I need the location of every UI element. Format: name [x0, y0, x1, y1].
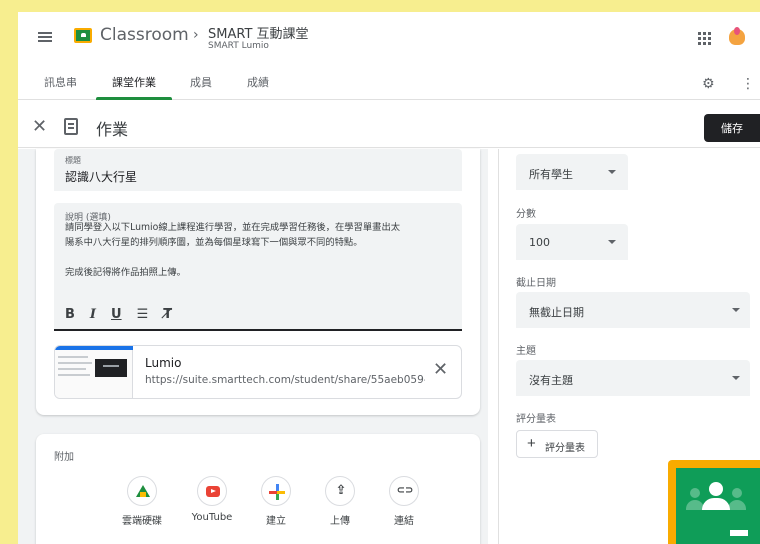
tab-people[interactable]: 成員 [190, 74, 212, 90]
format-toolbar: B I U ☰ T̸ [65, 307, 172, 322]
course-title[interactable]: SMART 互動課堂 [208, 23, 309, 42]
chevron-down-icon [732, 376, 740, 380]
points-select[interactable]: 100 [516, 224, 628, 260]
add-youtube-button[interactable]: YouTube [184, 476, 240, 523]
classroom-window: Classroom › SMART 互動課堂 SMART Lumio 訊息串 課… [18, 12, 760, 544]
due-date-label: 截止日期 [516, 278, 556, 289]
clear-formatting-button[interactable]: T̸ [163, 307, 172, 322]
google-drive-icon [136, 485, 150, 497]
chevron-down-icon [608, 170, 616, 174]
hamburger-menu-icon[interactable] [38, 32, 52, 42]
topic-select[interactable]: 沒有主題 [516, 360, 750, 396]
add-attachment-card: 附加 雲端硬碟 YouTube 建立 ⇪ 上傳 ⊂⊃ 連結 [36, 434, 480, 544]
tab-grades[interactable]: 成績 [247, 74, 269, 90]
assignment-header: ✕ 作業 [18, 108, 760, 148]
bold-button[interactable]: B [65, 307, 75, 322]
title-field[interactable]: 標題 認識八大行星 [54, 149, 462, 191]
attachment-card[interactable]: Lumio https://suite.smarttech.com/studen… [54, 345, 462, 399]
add-section-label: 附加 [54, 452, 74, 463]
course-subtitle: SMART Lumio [208, 41, 269, 51]
panel-divider [498, 149, 499, 544]
remove-attachment-icon[interactable]: ✕ [433, 359, 448, 380]
add-rubric-button[interactable]: + 評分量表 [516, 430, 598, 458]
assignment-icon [64, 118, 78, 135]
gear-icon[interactable]: ⚙ [702, 76, 715, 92]
tab-stream[interactable]: 訊息串 [44, 74, 77, 90]
breadcrumb-chevron-icon: › [193, 27, 199, 43]
title-input[interactable]: 認識八大行星 [65, 168, 137, 185]
class-tabs: 訊息串 課堂作業 成員 成績 [18, 64, 760, 100]
link-icon: ⊂⊃ [396, 485, 414, 496]
chevron-down-icon [732, 308, 740, 312]
google-apps-icon[interactable] [698, 32, 711, 45]
attachment-name[interactable]: Lumio [145, 356, 181, 370]
google-classroom-logo [668, 460, 760, 544]
bullet-list-button[interactable]: ☰ [137, 307, 149, 322]
rubric-label: 評分量表 [516, 414, 556, 425]
app-name[interactable]: Classroom [100, 25, 189, 45]
add-drive-button[interactable]: 雲端硬碟 [114, 476, 170, 527]
page-title: 作業 [96, 120, 129, 139]
classroom-logo-icon[interactable] [74, 28, 92, 43]
more-options-icon[interactable]: ⋮ [741, 76, 755, 92]
upload-icon: ⇪ [335, 483, 347, 498]
students-select[interactable]: 所有學生 [516, 154, 628, 190]
save-button[interactable]: 儲存 [704, 114, 760, 142]
add-link-button[interactable]: ⊂⊃ 連結 [376, 476, 432, 527]
add-create-button[interactable]: 建立 [248, 476, 304, 527]
assignment-details-card: 標題 認識八大行星 說明 (選填) 請同學登入以下Lumio線上課程進行學習，並… [36, 149, 480, 415]
italic-button[interactable]: I [90, 307, 96, 322]
underline-button[interactable]: U [111, 307, 122, 322]
close-icon[interactable]: ✕ [32, 116, 47, 137]
youtube-icon [206, 486, 220, 497]
points-label: 分數 [516, 209, 536, 220]
tab-classwork[interactable]: 課堂作業 [112, 74, 156, 90]
chevron-down-icon [608, 240, 616, 244]
title-field-label: 標題 [65, 156, 81, 165]
top-bar: Classroom › SMART 互動課堂 SMART Lumio [18, 12, 760, 58]
due-date-select[interactable]: 無截止日期 [516, 292, 750, 328]
topic-label: 主題 [516, 346, 536, 357]
description-input[interactable]: 請同學登入以下Lumio線上課程進行學習，並在完成學習任務後，在學習單畫出太 陽… [65, 220, 455, 280]
attachment-url: https://suite.smarttech.com/student/shar… [145, 374, 425, 386]
active-tab-indicator [96, 97, 172, 100]
avatar[interactable] [726, 26, 748, 48]
attachment-thumbnail [55, 346, 133, 398]
plus-icon: + [527, 435, 536, 452]
add-upload-button[interactable]: ⇪ 上傳 [312, 476, 368, 527]
description-field[interactable]: 說明 (選填) 請同學登入以下Lumio線上課程進行學習，並在完成學習任務後，在… [54, 203, 462, 331]
